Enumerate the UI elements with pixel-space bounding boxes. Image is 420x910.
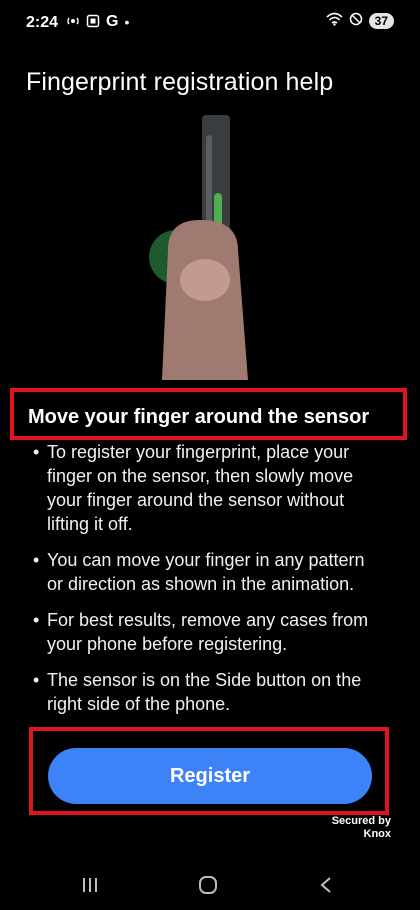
secured-by-knox: Secured by Knox: [332, 815, 391, 841]
list-item-text: For best results, remove any cases from …: [47, 610, 369, 654]
knox-label: Knox: [363, 828, 392, 840]
recents-icon[interactable]: [72, 870, 108, 900]
google-g-icon: G: [106, 13, 119, 30]
navigation-bar: [0, 860, 420, 910]
dot-icon: •: [124, 14, 130, 30]
home-icon[interactable]: [190, 870, 226, 900]
list-item: • To register your fingerprint, place yo…: [30, 440, 370, 536]
screenshot-icon: [86, 14, 100, 31]
battery-indicator: 37: [368, 12, 394, 29]
list-item: • You can move your finger in any patter…: [30, 548, 370, 596]
bullet: •: [33, 670, 40, 690]
list-item-text: To register your fingerprint, place your…: [47, 442, 354, 534]
hotspot-icon: [66, 14, 80, 31]
page-title: Fingerprint registration help: [26, 68, 334, 96]
list-item: • For best results, remove any cases fro…: [30, 608, 370, 656]
wifi-icon: [326, 12, 343, 29]
back-icon[interactable]: [308, 870, 344, 900]
bullet: •: [33, 610, 40, 630]
list-item: • The sensor is on the Side button on th…: [30, 668, 370, 716]
register-button[interactable]: Register: [48, 748, 372, 804]
status-icons-left: G •: [66, 13, 129, 31]
bullet: •: [33, 550, 40, 570]
fingerprint-illustration: [140, 115, 280, 380]
list-item-text: You can move your finger in any pattern …: [47, 550, 365, 594]
list-item-text: The sensor is on the Side button on the …: [47, 670, 362, 714]
help-list: • To register your fingerprint, place yo…: [30, 440, 370, 716]
status-bar: 2:24 G • 37: [0, 0, 420, 44]
status-icons-right: 37: [326, 12, 394, 29]
section-heading: Move your finger around the sensor: [28, 406, 370, 428]
secured-label: Secured by: [331, 815, 391, 827]
status-time: 2:24: [26, 14, 59, 31]
bullet: •: [33, 442, 40, 462]
do-not-disturb-icon: [349, 12, 363, 29]
